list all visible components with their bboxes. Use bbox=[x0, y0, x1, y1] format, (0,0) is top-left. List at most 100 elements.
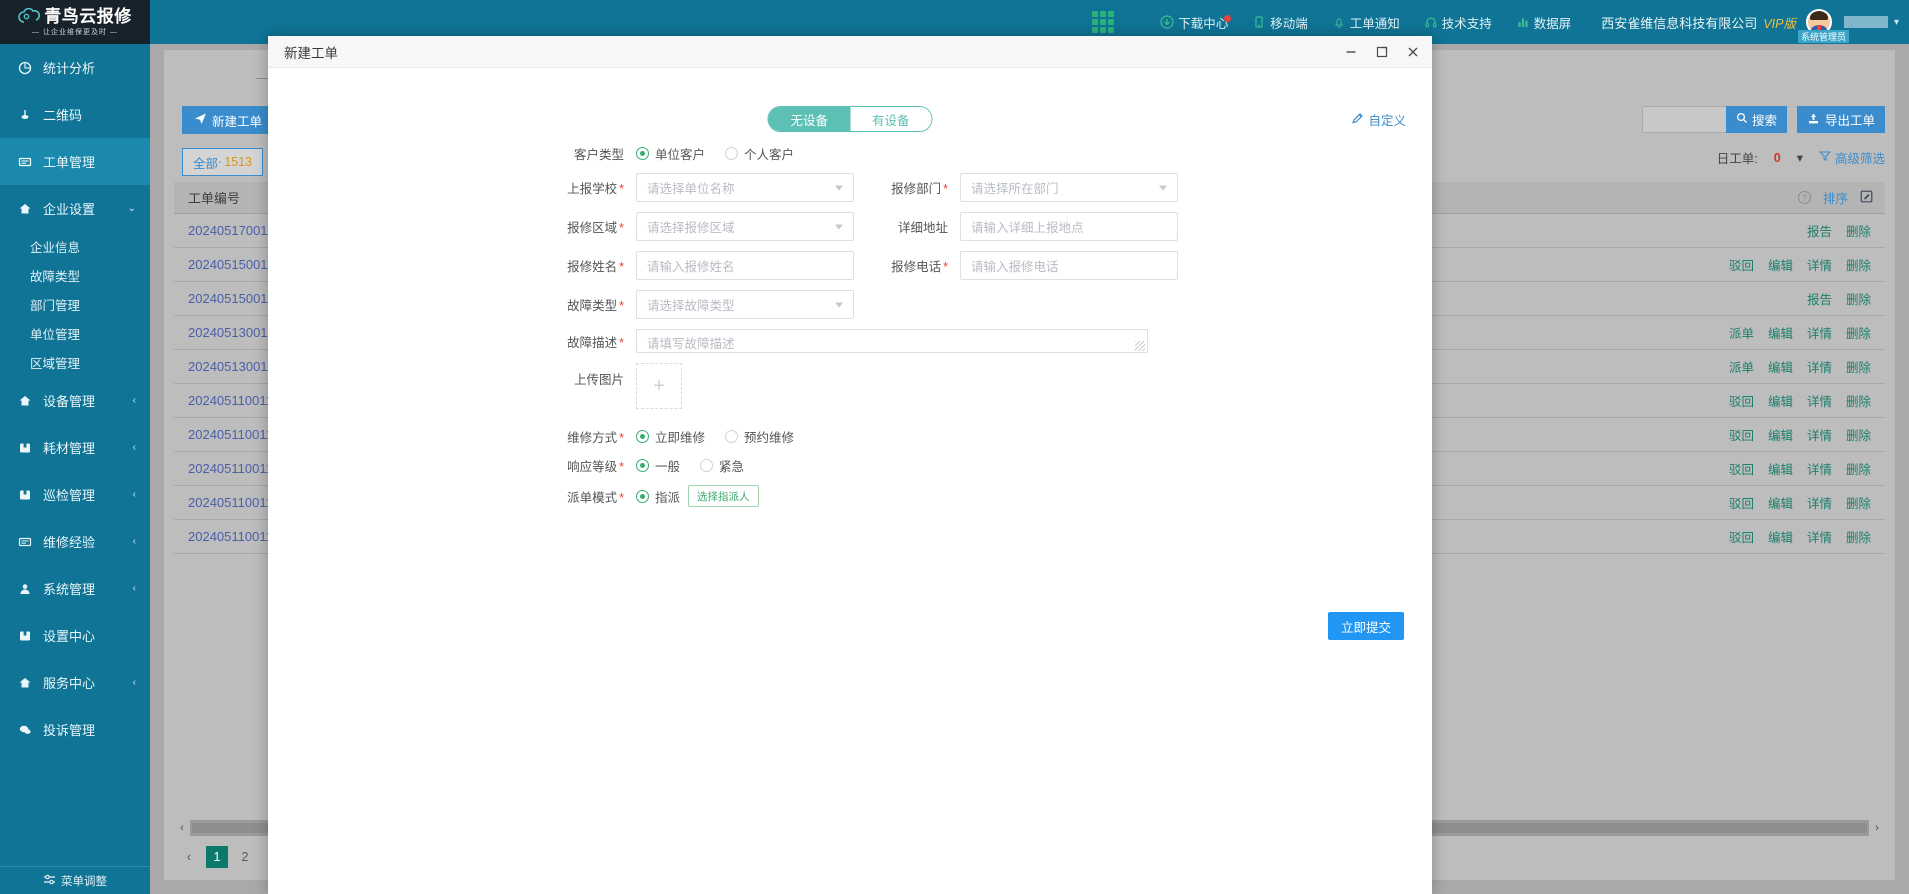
sort-label[interactable]: 排序 bbox=[1823, 188, 1848, 207]
row-action[interactable]: 驳回 bbox=[1729, 493, 1754, 512]
row-action[interactable]: 详情 bbox=[1807, 527, 1832, 546]
row-action[interactable]: 删除 bbox=[1846, 527, 1871, 546]
resize-handle-icon[interactable] bbox=[1135, 341, 1145, 351]
row-action[interactable]: 编辑 bbox=[1768, 323, 1793, 342]
fault-type-select[interactable]: 请选择故障类型 bbox=[636, 290, 854, 319]
edit-square-icon[interactable] bbox=[1860, 190, 1873, 206]
export-button[interactable]: 导出工单 bbox=[1796, 106, 1885, 133]
pagination-page[interactable]: 1 bbox=[206, 846, 228, 868]
sidebar-item-qrcode[interactable]: 二维码 bbox=[0, 91, 150, 138]
row-action[interactable]: 删除 bbox=[1846, 357, 1871, 376]
radio-unit-customer[interactable]: 单位客户 bbox=[636, 144, 705, 163]
sidebar-item-enterprise[interactable]: 企业设置 ⌄ bbox=[0, 185, 150, 232]
question-circle-icon[interactable]: ? bbox=[1797, 191, 1811, 204]
choose-assignee-button[interactable]: 选择指派人 bbox=[688, 485, 759, 507]
address-input[interactable]: 请输入详细上报地点 bbox=[960, 212, 1178, 241]
search-button[interactable]: 搜索 bbox=[1725, 106, 1787, 133]
sidebar-subitem-area[interactable]: 区域管理 bbox=[0, 348, 150, 377]
row-action[interactable]: 报告 bbox=[1807, 289, 1832, 308]
top-link-notice[interactable]: 工单通知 bbox=[1320, 13, 1412, 32]
minimize-icon[interactable] bbox=[1344, 45, 1358, 59]
close-icon[interactable] bbox=[1406, 45, 1420, 59]
row-action[interactable]: 详情 bbox=[1807, 391, 1832, 410]
radio-urgent-level[interactable]: 紧急 bbox=[700, 456, 744, 475]
row-action[interactable]: 驳回 bbox=[1729, 459, 1754, 478]
sidebar-item-stats[interactable]: 统计分析 bbox=[0, 44, 150, 91]
row-action[interactable]: 编辑 bbox=[1768, 493, 1793, 512]
row-action[interactable]: 编辑 bbox=[1768, 459, 1793, 478]
sidebar-item-settings-center[interactable]: 设置中心 bbox=[0, 612, 150, 659]
menu-adjust-button[interactable]: 菜单调整 bbox=[0, 866, 150, 894]
new-ticket-button[interactable]: 新建工单 bbox=[182, 106, 275, 134]
row-action[interactable]: 驳回 bbox=[1729, 391, 1754, 410]
customize-link[interactable]: 自定义 bbox=[1351, 110, 1406, 129]
row-action[interactable]: 详情 bbox=[1807, 459, 1832, 478]
top-link-datascreen[interactable]: 数据屏 bbox=[1504, 13, 1584, 32]
row-action[interactable]: 编辑 bbox=[1768, 357, 1793, 376]
row-action[interactable]: 删除 bbox=[1846, 391, 1871, 410]
top-link-mobile[interactable]: 移动端 bbox=[1240, 13, 1320, 32]
sidebar-subitem-unit[interactable]: 单位管理 bbox=[0, 319, 150, 348]
radio-assign[interactable]: 指派 bbox=[636, 487, 680, 506]
reporter-name-input[interactable]: 请输入报修姓名 bbox=[636, 251, 854, 280]
maximize-icon[interactable] bbox=[1375, 45, 1389, 59]
sidebar-item-inspection[interactable]: 巡检管理 ‹ bbox=[0, 471, 150, 518]
row-action[interactable]: 编辑 bbox=[1768, 255, 1793, 274]
pagination-prev[interactable]: ‹ bbox=[178, 846, 200, 868]
sidebar-item-system[interactable]: 系统管理 ‹ bbox=[0, 565, 150, 612]
sidebar-item-complaints[interactable]: 投诉管理 bbox=[0, 706, 150, 753]
radio-immediate-repair[interactable]: 立即维修 bbox=[636, 427, 705, 446]
row-action[interactable]: 编辑 bbox=[1768, 527, 1793, 546]
row-action[interactable]: 派单 bbox=[1729, 357, 1754, 376]
sidebar-item-consumables[interactable]: 耗材管理 ‹ bbox=[0, 424, 150, 471]
row-action[interactable]: 删除 bbox=[1846, 459, 1871, 478]
radio-scheduled-repair[interactable]: 预约维修 bbox=[725, 427, 794, 446]
row-action[interactable]: 删除 bbox=[1846, 493, 1871, 512]
fault-description-textarea[interactable]: 请填写故障描述 bbox=[636, 329, 1148, 353]
row-action[interactable]: 删除 bbox=[1846, 221, 1871, 240]
sidebar-subitem-enterprise-info[interactable]: 企业信息 bbox=[0, 232, 150, 261]
radio-normal-level[interactable]: 一般 bbox=[636, 456, 680, 475]
sidebar-item-tickets[interactable]: 工单管理 bbox=[0, 138, 150, 185]
chevron-left-icon[interactable]: ‹ bbox=[174, 820, 190, 836]
reporter-phone-input[interactable]: 请输入报修电话 bbox=[960, 251, 1178, 280]
row-action[interactable]: 驳回 bbox=[1729, 527, 1754, 546]
row-action[interactable]: 详情 bbox=[1807, 425, 1832, 444]
row-action[interactable]: 删除 bbox=[1846, 289, 1871, 308]
row-action[interactable]: 详情 bbox=[1807, 357, 1832, 376]
sidebar-item-equipment[interactable]: 设备管理 ‹ bbox=[0, 377, 150, 424]
row-action[interactable]: 驳回 bbox=[1729, 425, 1754, 444]
top-link-support[interactable]: 技术支持 bbox=[1412, 13, 1504, 32]
row-action[interactable]: 详情 bbox=[1807, 493, 1832, 512]
chevron-down-icon[interactable]: ▾ bbox=[1894, 17, 1899, 28]
top-link-download[interactable]: 下载中心 bbox=[1148, 13, 1240, 32]
pagination-page[interactable]: 2 bbox=[234, 846, 256, 868]
user-menu[interactable]: 系统管理员 bbox=[1797, 0, 1849, 44]
tab-no-device[interactable]: 无设备 bbox=[768, 107, 850, 131]
row-action[interactable]: 删除 bbox=[1846, 323, 1871, 342]
search-input[interactable] bbox=[1641, 106, 1726, 133]
upload-image-button[interactable]: + bbox=[636, 363, 682, 409]
department-select[interactable]: 请选择所在部门 bbox=[960, 173, 1178, 202]
tab-has-device[interactable]: 有设备 bbox=[850, 107, 932, 131]
row-action[interactable]: 派单 bbox=[1729, 323, 1754, 342]
row-action[interactable]: 报告 bbox=[1807, 221, 1832, 240]
radio-personal-customer[interactable]: 个人客户 bbox=[725, 144, 794, 163]
brand-logo[interactable]: 青鸟云报修 — 让企业维保更及时 — bbox=[0, 0, 150, 44]
row-action[interactable]: 详情 bbox=[1807, 255, 1832, 274]
sidebar-subitem-department[interactable]: 部门管理 bbox=[0, 290, 150, 319]
grid-apps-icon[interactable] bbox=[1092, 11, 1115, 33]
filter-tab-all[interactable]: 全部 · 1513 bbox=[182, 148, 263, 176]
sidebar-subitem-fault-type[interactable]: 故障类型 bbox=[0, 261, 150, 290]
advanced-filter-button[interactable]: 高级筛选 bbox=[1818, 148, 1885, 167]
row-action[interactable]: 编辑 bbox=[1768, 425, 1793, 444]
row-action[interactable]: 编辑 bbox=[1768, 391, 1793, 410]
school-select[interactable]: 请选择单位名称 bbox=[636, 173, 854, 202]
sidebar-item-service-center[interactable]: 服务中心 ‹ bbox=[0, 659, 150, 706]
row-action[interactable]: 详情 bbox=[1807, 323, 1832, 342]
area-select[interactable]: 请选择报修区域 bbox=[636, 212, 854, 241]
submit-button[interactable]: 立即提交 bbox=[1328, 612, 1404, 640]
chevron-right-icon[interactable]: › bbox=[1869, 820, 1885, 836]
chevron-down-icon[interactable]: ▾ bbox=[1797, 150, 1803, 165]
row-action[interactable]: 删除 bbox=[1846, 425, 1871, 444]
